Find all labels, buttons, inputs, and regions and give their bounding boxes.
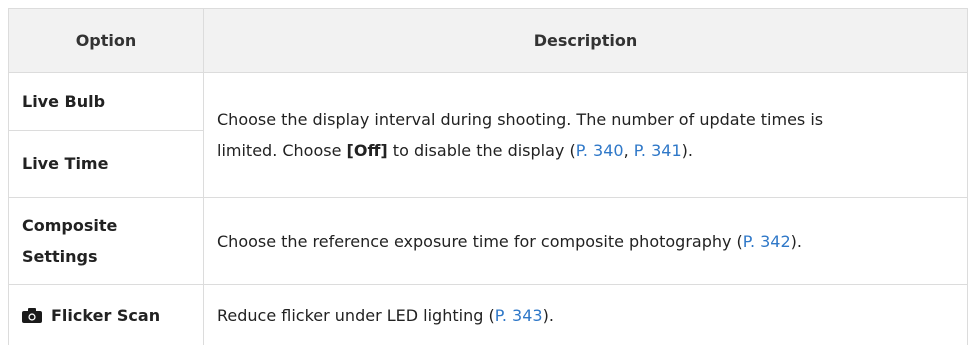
option-live-time: Live Time bbox=[22, 131, 200, 197]
live-desc-text3: to disable the display ( bbox=[387, 141, 576, 160]
link-separator: , bbox=[623, 141, 634, 160]
flicker-description: Reduce flicker under LED lighting (P. 34… bbox=[217, 285, 957, 346]
composite-label-line1: Composite bbox=[22, 216, 118, 235]
flicker-desc-end: ). bbox=[542, 306, 554, 325]
off-setting-label: [Off] bbox=[346, 141, 388, 160]
live-time-label: Live Time bbox=[22, 154, 109, 173]
composite-desc-end: ). bbox=[790, 231, 802, 251]
live-desc-text2: limited. Choose bbox=[217, 141, 347, 160]
options-table: Option Description Live Bulb Live Time C… bbox=[8, 8, 968, 345]
camera-icon-svg bbox=[22, 308, 42, 323]
flicker-scan-label: Flicker Scan bbox=[51, 305, 161, 325]
option-live-bulb: Live Bulb bbox=[22, 73, 200, 130]
composite-label-line2: Settings bbox=[22, 247, 98, 266]
composite-desc-text: Choose the reference exposure time for c… bbox=[217, 231, 743, 251]
table-header: Option Description bbox=[9, 9, 967, 73]
live-description-text: Choose the display interval during shoot… bbox=[217, 104, 823, 166]
page-link-341[interactable]: P. 341 bbox=[634, 141, 682, 160]
live-desc-line1: Choose the display interval during shoot… bbox=[217, 110, 824, 129]
composite-description: Choose the reference exposure time for c… bbox=[217, 198, 957, 284]
live-bulb-label: Live Bulb bbox=[22, 91, 106, 111]
option-composite-settings: Composite Settings bbox=[22, 198, 200, 284]
page-link-340[interactable]: P. 340 bbox=[576, 141, 624, 160]
option-flicker-scan: Flicker Scan bbox=[22, 285, 200, 346]
live-desc-end: ). bbox=[681, 141, 693, 160]
camera-icon bbox=[22, 308, 42, 323]
live-description: Choose the display interval during shoot… bbox=[217, 73, 957, 197]
column-divider bbox=[203, 73, 204, 345]
page-link-342[interactable]: P. 342 bbox=[743, 232, 791, 251]
page-link-343[interactable]: P. 343 bbox=[495, 306, 543, 325]
header-option: Option bbox=[75, 31, 137, 50]
header-description: Description bbox=[203, 9, 967, 72]
flicker-desc-text: Reduce flicker under LED lighting ( bbox=[217, 306, 495, 325]
